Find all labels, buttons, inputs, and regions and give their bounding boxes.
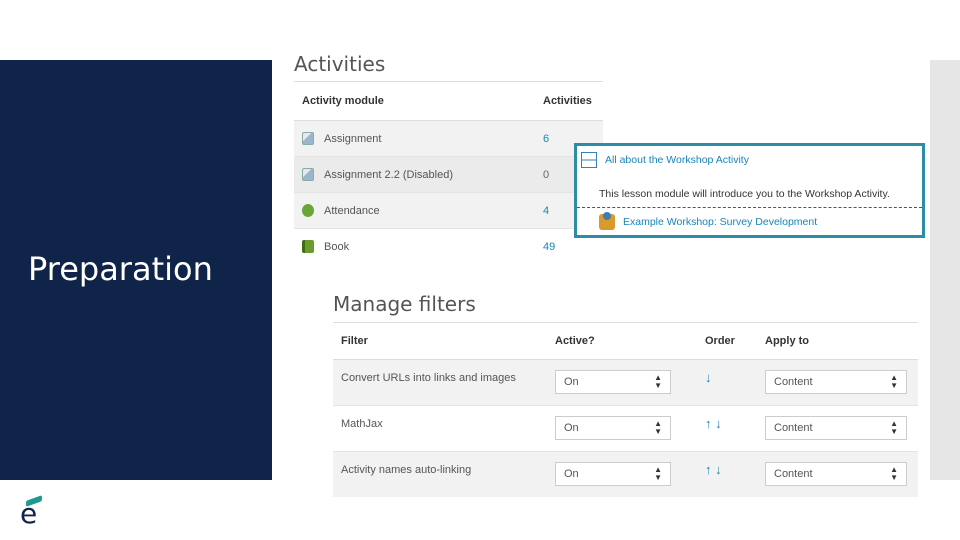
manage-filters-title: Manage filters: [333, 292, 476, 316]
workshop-row: Example Workshop: Survey Development: [599, 212, 817, 230]
select-arrows-icon: ▲ ▼: [654, 373, 662, 390]
select-arrows-icon: ▲ ▼: [654, 465, 662, 482]
right-strip: [930, 60, 960, 480]
move-up-down-icons[interactable]: ↑ ↓: [705, 462, 722, 477]
activity-count-link[interactable]: 49: [543, 241, 603, 253]
order-controls: ↓: [697, 360, 757, 385]
table-row: Attendance 4: [294, 193, 603, 229]
filter-name: Convert URLs into links and images: [341, 372, 516, 384]
table-row: Assignment 6: [294, 121, 603, 157]
filters-header-row: Filter Active? Order Apply to: [333, 323, 918, 360]
divider: [577, 207, 922, 208]
order-controls: ↑ ↓: [697, 452, 757, 477]
header-activities-count[interactable]: Activities: [543, 95, 603, 107]
header-apply-to: Apply to: [765, 335, 809, 347]
apply-to-select[interactable]: Content ▲ ▼: [765, 416, 907, 440]
module-name: Assignment: [324, 132, 382, 145]
attendance-icon: [302, 204, 314, 217]
apply-to-select[interactable]: Content ▲ ▼: [765, 462, 907, 486]
table-row: Assignment 2.2 (Disabled) 0: [294, 157, 603, 193]
apply-value: Content: [774, 376, 813, 388]
apply-cell: Content ▲ ▼: [757, 452, 918, 486]
active-value: On: [564, 376, 579, 388]
module-cell: Attendance: [294, 204, 543, 217]
select-arrows-icon: ▲ ▼: [654, 419, 662, 436]
table-row: Book 49: [294, 229, 603, 264]
move-down-icon[interactable]: ↓: [705, 370, 712, 385]
active-select[interactable]: On ▲ ▼: [555, 370, 671, 394]
move-up-down-icons[interactable]: ↑ ↓: [705, 416, 722, 431]
apply-cell: Content ▲ ▼: [757, 406, 918, 440]
order-controls: ↑ ↓: [697, 406, 757, 431]
apply-value: Content: [774, 422, 813, 434]
slide-title: Preparation: [28, 250, 213, 288]
lesson-link[interactable]: All about the Workshop Activity: [605, 154, 749, 166]
book-icon: [302, 240, 314, 253]
assignment-icon: [302, 132, 314, 145]
module-name: Attendance: [324, 204, 380, 217]
module-name: Book: [324, 240, 350, 253]
header-order: Order: [705, 335, 735, 347]
table-row: Convert URLs into links and images On ▲ ▼…: [333, 360, 918, 406]
active-value: On: [564, 468, 579, 480]
module-name: Assignment 2.2 (Disabled): [324, 168, 454, 181]
active-cell: On ▲ ▼: [547, 360, 697, 394]
module-cell: Assignment 2.2 (Disabled): [294, 168, 543, 181]
assignment-icon: [302, 168, 314, 181]
select-arrows-icon: ▲ ▼: [890, 373, 898, 390]
module-cell: Assignment: [294, 132, 543, 145]
table-row: Activity names auto-linking On ▲ ▼ ↑ ↓ Co…: [333, 452, 918, 497]
header-activity-module[interactable]: Activity module: [294, 95, 543, 107]
lesson-icon: [581, 152, 597, 168]
filters-table: Filter Active? Order Apply to Convert UR…: [333, 322, 918, 497]
activities-header-row: Activity module Activities: [294, 82, 603, 121]
header-filter: Filter: [341, 335, 368, 347]
activities-title: Activities: [294, 52, 386, 76]
apply-to-select[interactable]: Content ▲ ▼: [765, 370, 907, 394]
table-row: MathJax On ▲ ▼ ↑ ↓ Content ▲ ▼: [333, 406, 918, 452]
active-cell: On ▲ ▼: [547, 452, 697, 486]
activities-table: Activity module Activities Assignment 6 …: [294, 81, 603, 264]
active-select[interactable]: On ▲ ▼: [555, 462, 671, 486]
select-arrows-icon: ▲ ▼: [890, 419, 898, 436]
active-value: On: [564, 422, 579, 434]
lesson-row: All about the Workshop Activity: [581, 152, 749, 168]
logo-letter: e: [20, 497, 38, 530]
brand-logo: e: [18, 494, 48, 530]
workshop-callout: All about the Workshop Activity This les…: [574, 143, 925, 238]
workshop-icon: [599, 212, 615, 230]
active-select[interactable]: On ▲ ▼: [555, 416, 671, 440]
select-arrows-icon: ▲ ▼: [890, 465, 898, 482]
lesson-description: This lesson module will introduce you to…: [599, 188, 890, 200]
header-active: Active?: [555, 335, 595, 347]
module-cell: Book: [294, 240, 543, 253]
active-cell: On ▲ ▼: [547, 406, 697, 440]
filter-name: MathJax: [341, 418, 383, 430]
workshop-link[interactable]: Example Workshop: Survey Development: [623, 216, 817, 228]
apply-cell: Content ▲ ▼: [757, 360, 918, 394]
apply-value: Content: [774, 468, 813, 480]
filter-name: Activity names auto-linking: [341, 464, 472, 476]
